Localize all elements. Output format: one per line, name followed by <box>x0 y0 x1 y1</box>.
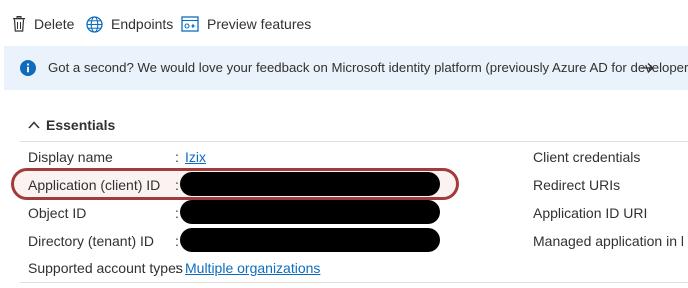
object-id-redacted-value <box>180 200 440 224</box>
essentials-title: Essentials <box>46 117 116 133</box>
globe-icon <box>86 15 103 33</box>
client-id-label: Application (client) ID <box>28 177 161 193</box>
preview-features-label: Preview features <box>207 16 312 32</box>
essentials-divider-bottom <box>20 282 688 283</box>
display-name-link[interactable]: Izix <box>185 149 206 165</box>
tenant-id-redacted-value <box>180 228 440 252</box>
display-name-label: Display name <box>28 149 113 165</box>
managed-application-link[interactable]: Managed application in l... <box>533 233 683 249</box>
client-id-redacted-value <box>180 172 440 196</box>
separator: : <box>175 205 179 221</box>
essentials-toggle[interactable]: Essentials <box>28 116 115 134</box>
separator: : <box>175 233 179 249</box>
preview-features-icon <box>181 16 199 32</box>
client-credentials-link[interactable]: Client credentials <box>533 149 683 165</box>
endpoints-button[interactable]: Endpoints <box>86 13 173 35</box>
chevron-up-icon <box>28 116 40 134</box>
preview-features-button[interactable]: Preview features <box>181 13 311 35</box>
command-bar: Delete Endpoints Preview features <box>0 0 688 44</box>
separator: : <box>175 177 179 193</box>
feedback-message: Got a second? We would love your feedbac… <box>48 60 688 75</box>
arrow-right-icon[interactable] <box>640 61 654 79</box>
trash-icon <box>12 16 26 32</box>
endpoints-label: Endpoints <box>111 16 174 32</box>
feedback-banner: Got a second? We would love your feedbac… <box>4 46 688 90</box>
separator: : <box>175 149 179 165</box>
redirect-uris-link[interactable]: Redirect URIs <box>533 177 683 193</box>
object-id-label: Object ID <box>28 205 87 221</box>
delete-button[interactable]: Delete <box>12 13 74 35</box>
delete-label: Delete <box>34 16 75 32</box>
separator: : <box>175 260 179 276</box>
essentials-divider-top <box>20 141 688 142</box>
tenant-id-label: Directory (tenant) ID <box>28 233 155 249</box>
application-id-uri-link[interactable]: Application ID URI <box>533 205 683 221</box>
supported-account-types-label: Supported account types <box>28 260 183 276</box>
supported-account-types-link[interactable]: Multiple organizations <box>185 260 320 276</box>
info-icon <box>20 60 36 81</box>
